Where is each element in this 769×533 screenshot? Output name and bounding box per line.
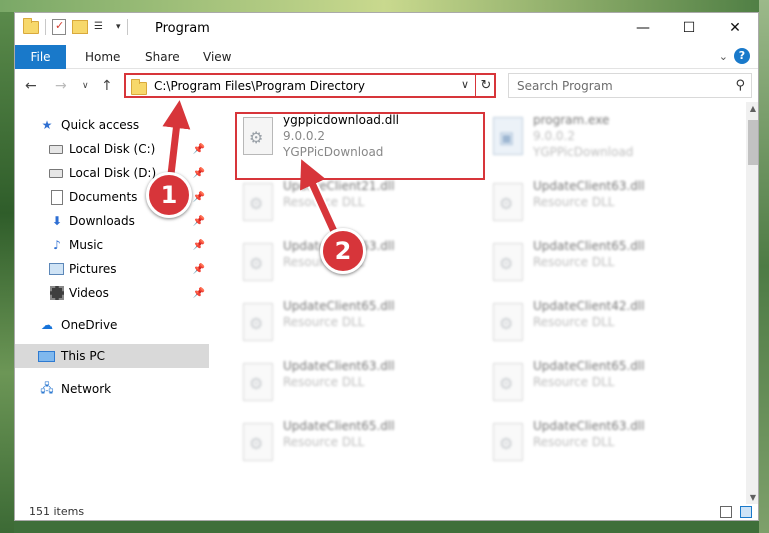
view-options-icon[interactable]: ☰ — [94, 20, 110, 34]
pin-icon[interactable]: 📌 — [193, 168, 205, 179]
scroll-thumb[interactable] — [748, 120, 758, 165]
drive-icon — [49, 168, 63, 178]
navigation-bar: ← → ∨ ↑ C:\Program Files\Program Directo… — [15, 70, 758, 102]
search-icon[interactable]: ⚲ — [735, 78, 745, 93]
pin-icon[interactable]: 📌 — [193, 192, 205, 203]
file-highlight-box — [235, 112, 485, 180]
tab-file[interactable]: File — [15, 45, 66, 69]
navigation-pane: ★ Quick access Local Disk (C:) 📌 Local D… — [15, 109, 211, 504]
dll-file-icon — [243, 183, 273, 221]
file-item[interactable]: UpdateClient65.dll Resource DLL — [485, 235, 721, 291]
item-count: 151 items — [29, 505, 85, 518]
ribbon: File Home Share View ⌄ ? — [15, 45, 758, 69]
sidebar-item-quick-access[interactable]: ★ Quick access — [15, 113, 209, 137]
star-icon: ★ — [41, 118, 53, 132]
expand-ribbon-icon[interactable]: ⌄ — [719, 50, 728, 63]
desktop-background-right — [759, 0, 769, 533]
file-item[interactable]: UpdateClient63.dll Resource DLL — [485, 415, 721, 471]
scroll-down-icon[interactable]: ▼ — [746, 493, 758, 502]
pin-icon[interactable]: 📌 — [193, 144, 205, 155]
pin-icon[interactable]: 📌 — [193, 216, 205, 227]
sidebar-item-pictures[interactable]: Pictures 📌 — [15, 257, 209, 281]
maximize-button[interactable]: ☐ — [666, 13, 712, 43]
dll-file-icon — [493, 363, 523, 401]
close-button[interactable]: ✕ — [712, 13, 758, 43]
address-path[interactable]: C:\Program Files\Program Directory — [154, 79, 365, 93]
scroll-up-icon[interactable]: ▲ — [746, 104, 758, 113]
file-explorer-window: ☰ ▾ Program — ☐ ✕ File Home Share View ⌄… — [14, 12, 759, 521]
pictures-icon — [49, 263, 64, 275]
file-item[interactable]: UpdateClient42.dll Resource DLL — [485, 295, 721, 351]
dll-file-icon — [493, 303, 523, 341]
back-arrow-icon[interactable]: ← — [25, 78, 37, 94]
window-controls: — ☐ ✕ — [620, 13, 758, 43]
desktop-background-left — [0, 0, 14, 533]
up-arrow-icon[interactable]: ↑ — [101, 78, 113, 94]
recent-locations-icon[interactable]: ∨ — [82, 81, 89, 91]
exe-file-icon — [493, 117, 523, 155]
drive-icon — [49, 144, 63, 154]
minimize-button[interactable]: — — [620, 13, 666, 43]
dll-file-icon — [243, 423, 273, 461]
status-bar: 151 items — [15, 504, 758, 520]
quick-access-toolbar: ☰ ▾ — [23, 17, 128, 35]
folder-icon — [23, 17, 39, 34]
tab-share[interactable]: Share — [145, 45, 180, 69]
customize-toolbar-icon[interactable]: ▾ — [116, 22, 121, 32]
sidebar-item-network[interactable]: 🖧 Network — [15, 377, 209, 401]
sidebar-item-onedrive[interactable]: ☁ OneDrive — [15, 313, 209, 337]
window-title: Program — [155, 21, 210, 36]
sidebar-item-videos[interactable]: Videos 📌 — [15, 281, 209, 305]
dll-file-icon — [493, 243, 523, 281]
step-badge-1: 1 — [146, 172, 192, 218]
new-folder-icon[interactable] — [72, 20, 88, 34]
videos-icon — [50, 286, 64, 300]
music-icon: ♪ — [53, 238, 61, 252]
file-item[interactable]: UpdateClient65.dll Resource DLL — [235, 415, 471, 471]
cloud-icon: ☁ — [41, 318, 53, 332]
computer-icon — [38, 350, 55, 362]
pin-icon[interactable]: 📌 — [193, 264, 205, 275]
address-bar[interactable]: C:\Program Files\Program Directory ∨ ↻ — [124, 73, 496, 98]
help-icon[interactable]: ? — [734, 48, 750, 64]
search-placeholder: Search Program — [517, 79, 613, 93]
forward-arrow-icon[interactable]: → — [55, 78, 67, 94]
file-item[interactable]: UpdateClient21.dll Resource DLL — [235, 175, 471, 231]
network-icon: 🖧 — [40, 380, 54, 395]
dll-file-icon — [243, 363, 273, 401]
file-item-program-exe[interactable]: program.exe 9.0.0.2 YGPPicDownload — [485, 109, 721, 165]
sidebar-item-local-disk-c[interactable]: Local Disk (C:) 📌 — [15, 137, 209, 161]
folder-icon — [131, 79, 147, 95]
title-bar: ☰ ▾ Program — ☐ ✕ — [15, 13, 758, 45]
file-item[interactable]: UpdateClient63.dll Resource DLL — [235, 355, 471, 411]
file-item[interactable]: UpdateClient63.dll Resource DLL — [485, 175, 721, 231]
sidebar-item-music[interactable]: ♪ Music 📌 — [15, 233, 209, 257]
sidebar-item-this-pc[interactable]: This PC — [15, 344, 209, 368]
vertical-scrollbar[interactable]: ▲ ▼ — [746, 102, 758, 504]
tab-home[interactable]: Home — [85, 45, 120, 69]
documents-icon — [51, 189, 63, 205]
search-input[interactable]: Search Program ⚲ — [508, 73, 752, 98]
dll-file-icon — [493, 183, 523, 221]
step-badge-2: 2 — [320, 228, 366, 274]
desktop-background-top — [0, 0, 769, 12]
pin-icon[interactable]: 📌 — [193, 240, 205, 251]
file-item[interactable]: UpdateClient65.dll Resource DLL — [235, 295, 471, 351]
pin-icon[interactable]: 📌 — [193, 288, 205, 299]
dll-file-icon — [493, 423, 523, 461]
file-item[interactable]: UpdateClient65.dll Resource DLL — [485, 355, 721, 411]
dll-file-icon — [243, 243, 273, 281]
downloads-icon: ⬇ — [51, 214, 63, 228]
chevron-down-icon[interactable]: ∨ — [461, 78, 469, 91]
refresh-icon[interactable]: ↻ — [475, 73, 496, 98]
dll-file-icon — [243, 303, 273, 341]
details-view-icon[interactable] — [720, 506, 732, 518]
tab-view[interactable]: View — [203, 45, 231, 69]
properties-icon[interactable] — [52, 19, 66, 35]
tiles-view-icon[interactable] — [740, 506, 752, 518]
